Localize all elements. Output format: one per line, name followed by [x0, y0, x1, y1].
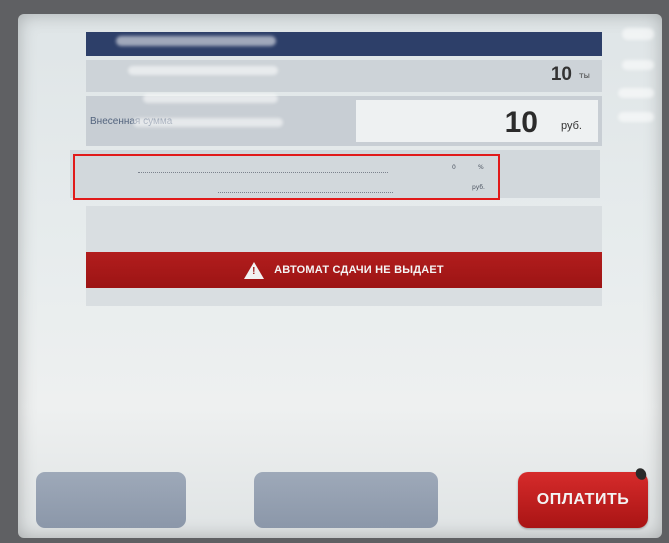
details-highlight-frame: [73, 154, 500, 200]
amount-unit: ты: [579, 71, 590, 80]
commission-unit: %: [478, 164, 484, 171]
left-soft-button[interactable]: [36, 472, 186, 528]
warning-text: АВТОМАТ СДАЧИ НЕ ВЫДАЕТ: [274, 264, 444, 276]
pay-button-label: ОПЛАТИТЬ: [536, 491, 630, 508]
glare: [618, 112, 654, 122]
glare: [622, 28, 654, 40]
warning-icon: !: [244, 261, 265, 279]
deposit-unit: руб.: [561, 120, 582, 132]
to-credit-unit: руб.: [472, 184, 485, 191]
middle-soft-button[interactable]: [254, 472, 438, 528]
deposit-value: 10: [504, 106, 538, 139]
commission-value: 0: [452, 164, 456, 171]
deposit-value-box: 10 руб.: [356, 100, 598, 142]
commission-leader: [138, 172, 388, 173]
terminal-screen: 10 ты Внесенная сумма 10 руб. 0 % руб. !…: [18, 14, 662, 538]
glare: [133, 118, 283, 127]
amount-value: 10: [550, 64, 572, 85]
no-change-warning: ! АВТОМАТ СДАЧИ НЕ ВЫДАЕТ: [86, 252, 602, 288]
to-credit-leader: [218, 192, 393, 193]
glare: [128, 66, 278, 75]
glare: [622, 60, 654, 70]
glare: [618, 88, 654, 98]
amount-row: 10 ты: [86, 60, 602, 92]
glare: [143, 94, 278, 103]
pay-button[interactable]: ОПЛАТИТЬ: [518, 472, 648, 528]
glare: [116, 36, 276, 46]
